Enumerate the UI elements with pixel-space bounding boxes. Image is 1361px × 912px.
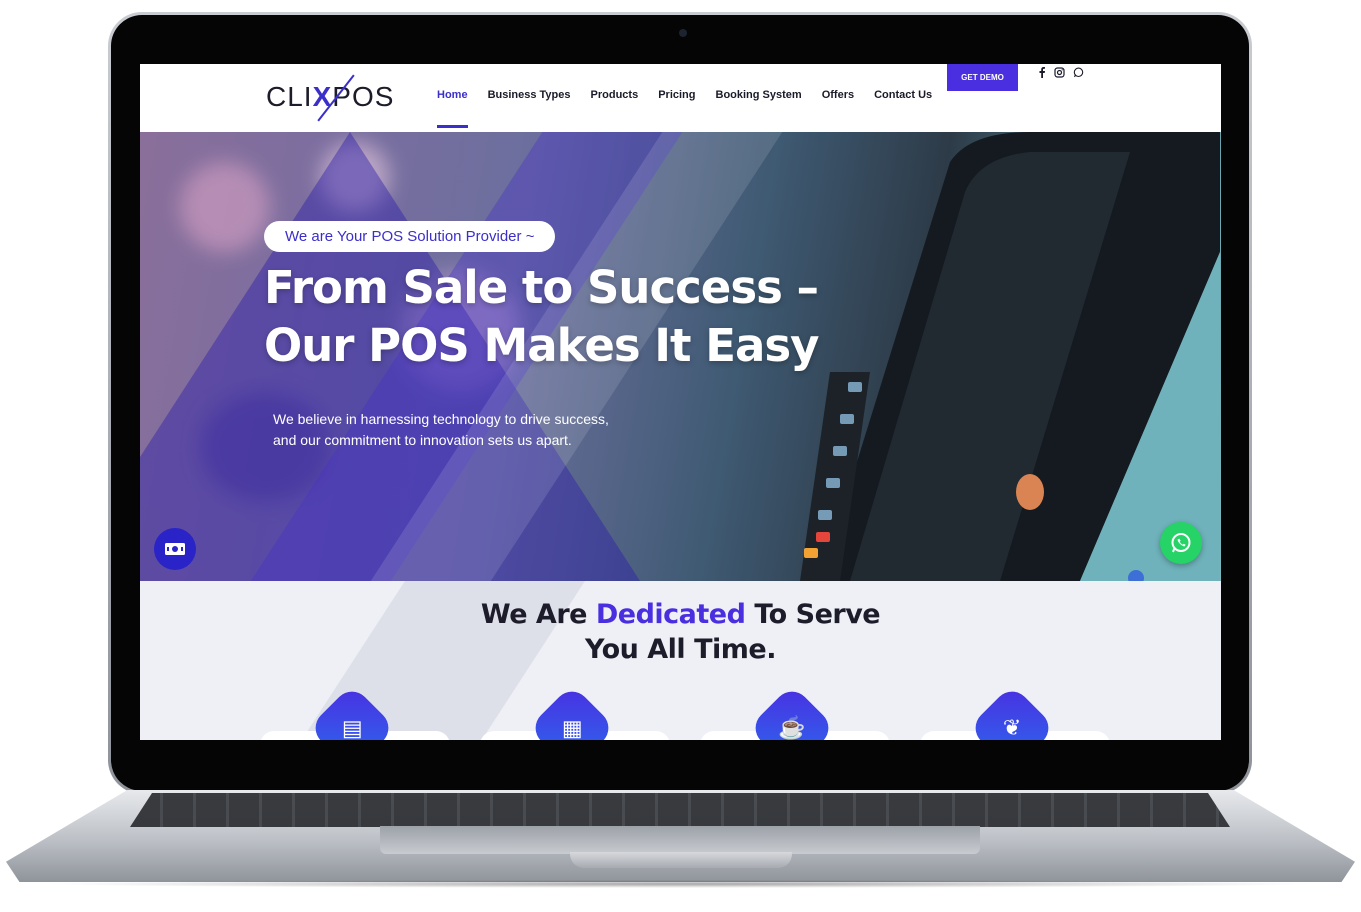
nav-offers[interactable]: Offers [822,89,854,129]
hero-headline-line1: From Sale to Success – [264,261,819,314]
hero-headline: From Sale to Success – Our POS Makes It … [264,259,819,375]
facebook-icon[interactable] [1038,67,1046,81]
hero-banner: We are Your POS Solution Provider ~ From… [140,132,1221,581]
camera-icon [679,29,687,37]
nav-contact-us[interactable]: Contact Us [874,89,932,129]
spa-leaf-icon[interactable]: ❦ [968,684,1056,740]
nav-pricing[interactable]: Pricing [658,89,695,129]
hero-subtext: We believe in harnessing technology to d… [273,409,633,451]
main-menu: Home Business Types Products Pricing Boo… [437,89,932,129]
nav-booking-system[interactable]: Booking System [716,89,802,129]
laptop-notch [570,852,792,868]
laptop-mockup: CLIX POS Home Business Types Products Pri… [0,0,1361,912]
nav-business-types[interactable]: Business Types [488,89,571,129]
section-title-line2: You All Time. [585,634,776,665]
brand-logo[interactable]: CLIX POS [266,74,395,122]
whatsapp-chat-icon[interactable] [1160,522,1202,564]
dedicated-section: We Are Dedicated To Serve You All Time. … [140,581,1221,740]
section-title: We Are Dedicated To Serve You All Time. [480,599,881,665]
hero-subtext-line2: and our commitment to innovation sets us… [273,432,572,448]
website-screen: CLIX POS Home Business Types Products Pri… [140,64,1221,740]
instagram-icon[interactable] [1054,67,1065,81]
top-navbar: CLIX POS Home Business Types Products Pri… [140,64,1221,132]
carousel-indicator[interactable] [1128,570,1144,581]
logo-text-right: POS [332,81,395,112]
cash-icon[interactable] [154,528,196,570]
building-icon[interactable]: ▦ [528,684,616,740]
hero-subtext-line1: We believe in harnessing technology to d… [273,411,609,427]
get-demo-button[interactable]: GET DEMO [947,64,1018,91]
laptop-keyboard [130,793,1230,827]
section-title-highlight: Dedicated [595,599,746,630]
nav-home[interactable]: Home [437,89,468,129]
social-links [1038,67,1084,81]
hero-badge: We are Your POS Solution Provider ~ [264,221,556,252]
coffee-cup-icon[interactable]: ☕ [748,684,836,740]
hero-headline-line2: Our POS Makes It Easy [264,319,819,372]
logo-text-left: CLI [266,81,313,112]
logo-text-x: X [313,74,355,122]
nav-products[interactable]: Products [591,89,639,129]
laptop-shadow [40,880,1320,888]
whatsapp-icon[interactable] [1073,67,1084,81]
laptop-trackpad [380,826,980,854]
